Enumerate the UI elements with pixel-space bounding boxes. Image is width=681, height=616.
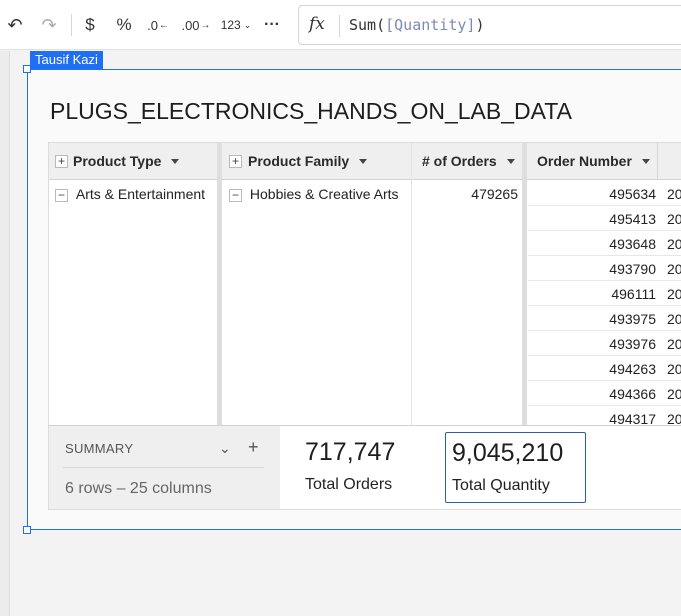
decrease-decimal-button[interactable]: .0 ← [146, 12, 170, 38]
product-type-value: Arts & Entertainment [75, 186, 206, 202]
redo-icon[interactable]: ↷ [38, 12, 60, 38]
order-number-row[interactable]: 493976 20 [528, 331, 681, 356]
order-number-value: 494263 [609, 361, 656, 377]
kpi-label: Total Orders [305, 476, 393, 493]
canvas-left-gutter [0, 51, 10, 616]
column-header-order-number[interactable]: Order Number [527, 143, 681, 180]
number-format-label: 123 [220, 18, 241, 32]
caret-down-icon[interactable] [171, 158, 180, 164]
order-number-value: 495634 [609, 186, 656, 202]
column-header-num-orders[interactable]: # of Orders [412, 143, 522, 180]
next-column-value: 20 [667, 286, 681, 302]
order-number-value: 496111 [611, 286, 656, 302]
column-header-label: Order Number [537, 153, 632, 169]
next-column-value: 20 [667, 186, 681, 202]
formula-bar[interactable]: fx Sum([Quantity]) [298, 5, 681, 45]
decrease-decimal-label: .0 [147, 17, 158, 33]
expand-plus-icon[interactable]: + [229, 154, 242, 168]
arrow-left-icon: ← [158, 19, 169, 31]
undo-icon[interactable]: ↶ [4, 12, 26, 38]
order-number-row[interactable]: 493790 20 [528, 256, 681, 281]
summary-label: SUMMARY [65, 441, 134, 456]
collaborator-tag: Tausif Kazi [30, 51, 103, 69]
pivot-table: + Product Type + Product Family # of Ord… [48, 142, 681, 426]
caret-down-icon[interactable] [641, 158, 650, 164]
arrow-right-icon: → [200, 19, 211, 31]
summary-bar: SUMMARY ⌄ + 6 rows – 25 columns 717,747 … [48, 425, 681, 510]
order-number-value: 494317 [609, 411, 656, 426]
more-options-icon[interactable]: ··· [260, 12, 284, 38]
column-divider [217, 143, 222, 425]
column-header-product-type[interactable]: + Product Type [49, 143, 217, 180]
order-number-row[interactable]: 494366 20 [528, 381, 681, 406]
next-column-value: 20 [667, 361, 681, 377]
summary-divider [63, 467, 264, 468]
expand-plus-icon[interactable]: + [55, 154, 68, 168]
formula-divider [339, 15, 340, 37]
next-column-value: 20 [667, 261, 681, 277]
formula-column-ref: [Quantity] [385, 16, 476, 34]
toolbar-divider [71, 14, 72, 36]
product-type-cell[interactable]: − Arts & Entertainment [55, 186, 205, 202]
chevron-down-icon: ⌄ [243, 19, 252, 30]
column-divider [522, 143, 527, 425]
formula-text[interactable]: Sum([Quantity]) [349, 16, 484, 34]
collapse-minus-icon[interactable]: − [229, 188, 242, 202]
kpi-total-quantity[interactable]: 9,045,210 Total Quantity [445, 432, 586, 503]
order-number-value: 494366 [609, 386, 656, 402]
order-number-row[interactable]: 494263 20 [528, 356, 681, 381]
kpi-total-orders[interactable]: 717,747 Total Orders [299, 432, 439, 503]
order-number-row[interactable]: 495634 20 [528, 181, 681, 206]
add-summary-icon[interactable]: + [248, 437, 259, 458]
next-column-value: 20 [667, 336, 681, 352]
order-number-row[interactable]: 496111 20 [528, 281, 681, 306]
currency-format-button[interactable]: $ [80, 12, 100, 38]
order-number-row[interactable]: 493648 20 [528, 231, 681, 256]
element-title[interactable]: PLUGS_ELECTRONICS_HANDS_ON_LAB_DATA [50, 98, 572, 125]
order-number-value: 493790 [609, 261, 656, 277]
column-header-label: Product Type [73, 153, 162, 169]
chevron-down-icon[interactable]: ⌄ [219, 440, 231, 457]
product-family-value: Hobbies & Creative Arts [249, 186, 399, 202]
column-header-product-family[interactable]: + Product Family [222, 143, 412, 180]
format-toolbar: ↶ ↷ $ % .0 ← .00 → 123 ⌄ ··· fx Sum([Quant… [0, 0, 681, 50]
resize-handle-top-left[interactable] [23, 65, 31, 73]
formula-function: Sum( [349, 16, 386, 34]
order-number-row[interactable]: 493975 20 [528, 306, 681, 331]
caret-down-icon[interactable] [359, 158, 368, 164]
function-icon: fx [309, 14, 325, 34]
next-column-value: 20 [667, 386, 681, 402]
order-number-value: 493648 [609, 236, 656, 252]
kpi-value: 9,045,210 [452, 439, 564, 467]
percent-format-button[interactable]: % [113, 12, 135, 38]
caret-down-icon[interactable] [506, 158, 515, 164]
num-orders-cell[interactable]: 479265 [412, 186, 518, 202]
order-number-value: 493975 [609, 311, 656, 327]
increase-decimal-label: .00 [181, 17, 200, 33]
column-header-label: # of Orders [422, 153, 497, 169]
column-divider [657, 143, 658, 180]
resize-handle-bottom-left[interactable] [23, 526, 31, 534]
number-format-dropdown[interactable]: 123 ⌄ [219, 12, 253, 38]
order-number-value: 493976 [609, 336, 656, 352]
order-number-value: 495413 [609, 211, 656, 227]
order-number-row[interactable]: 494317 20 [528, 406, 681, 426]
next-column-value: 20 [667, 411, 681, 426]
formula-close: ) [475, 16, 485, 34]
kpi-label: Total Quantity [452, 477, 550, 494]
workbook-editor: ↶ ↷ $ % .0 ← .00 → 123 ⌄ ··· fx Sum([Quant… [0, 0, 681, 616]
kpi-value: 717,747 [305, 438, 396, 466]
next-column-value: 20 [667, 311, 681, 327]
next-column-value: 20 [667, 236, 681, 252]
order-number-row[interactable]: 495413 20 [528, 206, 681, 231]
column-header-label: Product Family [248, 153, 350, 169]
collapse-minus-icon[interactable]: − [55, 188, 68, 202]
product-family-cell[interactable]: − Hobbies & Creative Arts [229, 186, 399, 202]
summary-panel: SUMMARY ⌄ + 6 rows – 25 columns [49, 426, 280, 509]
next-column-value: 20 [667, 211, 681, 227]
increase-decimal-button[interactable]: .00 → [181, 12, 211, 38]
row-column-count: 6 rows – 25 columns [65, 480, 212, 497]
